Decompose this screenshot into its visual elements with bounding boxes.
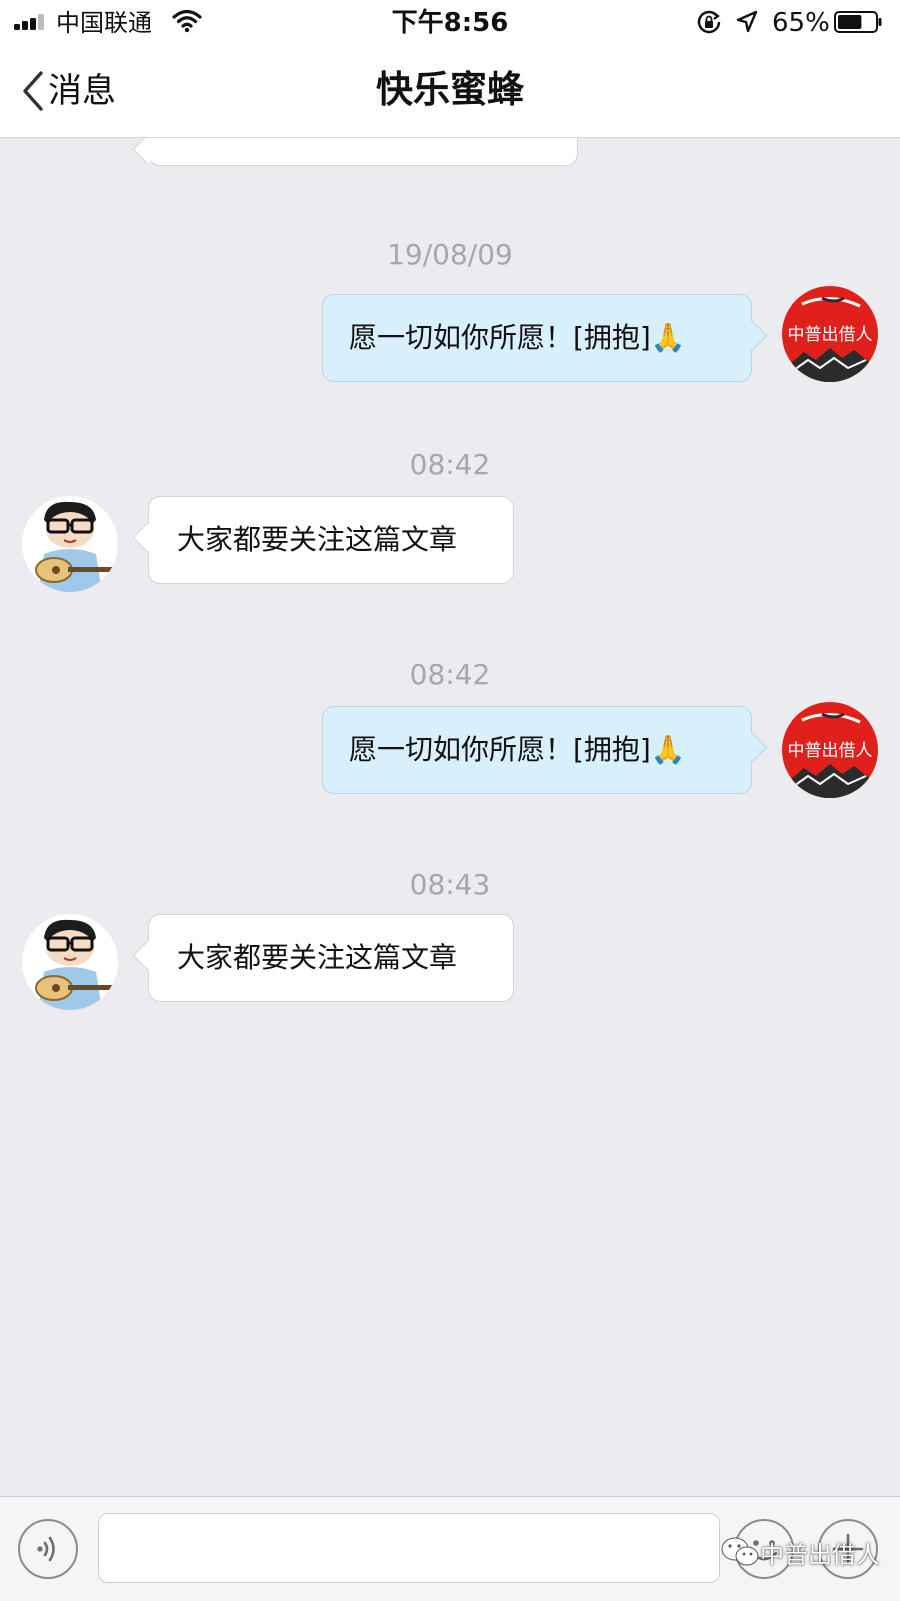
timestamp: 08:42 bbox=[409, 448, 491, 481]
timestamp: 08:43 bbox=[409, 868, 491, 901]
battery-icon bbox=[834, 11, 882, 33]
svg-text:中普出借人: 中普出借人 bbox=[788, 741, 873, 761]
org-logo-avatar[interactable]: 中普出借人 bbox=[782, 702, 878, 798]
status-time: 下午8:56 bbox=[391, 8, 509, 38]
message-text: 愿一切如你所愿！[拥抱]🙏 bbox=[349, 733, 686, 766]
wechat-icon bbox=[721, 1537, 759, 1566]
cartoon-guitar-image bbox=[22, 496, 118, 592]
org-logo-avatar[interactable]: 中普出借人 bbox=[782, 286, 878, 382]
message-bubble-incoming[interactable]: 大家都要关注这篇文章 bbox=[148, 496, 514, 584]
message-text: 大家都要关注这篇文章 bbox=[177, 941, 458, 974]
message-bubble-incoming[interactable] bbox=[148, 138, 578, 166]
voice-icon bbox=[37, 1536, 55, 1562]
message-bubble-incoming[interactable]: 大家都要关注这篇文章 bbox=[148, 914, 514, 1002]
message-text: 大家都要关注这篇文章 bbox=[177, 523, 458, 556]
org-logo-image: 中普出借人 bbox=[782, 702, 878, 798]
message-text: 愿一切如你所愿！[拥抱]🙏 bbox=[349, 321, 686, 354]
message-list[interactable]: 19/08/09 愿一切如你所愿！[拥抱]🙏 中普出借人 08:42 大家都要关… bbox=[0, 138, 900, 1498]
cartoon-guitar-avatar[interactable] bbox=[22, 496, 118, 592]
watermark-text: 中普出借人 bbox=[760, 1540, 880, 1569]
cartoon-guitar-avatar[interactable] bbox=[22, 914, 118, 1010]
message-bubble-outgoing[interactable]: 愿一切如你所愿！[拥抱]🙏 bbox=[322, 706, 752, 794]
chat-title: 快乐蜜蜂 bbox=[376, 68, 524, 111]
status-bar: 中国联通 下午8:56 65% bbox=[0, 0, 900, 44]
org-logo-image: 中普出借人 bbox=[782, 286, 878, 382]
timestamp: 19/08/09 bbox=[387, 238, 513, 271]
battery-percent: 65% bbox=[772, 8, 830, 38]
rotation-lock-icon bbox=[697, 10, 721, 34]
watermark: 中普出借人 bbox=[720, 1530, 880, 1574]
cartoon-guitar-image bbox=[22, 914, 118, 1010]
message-input[interactable] bbox=[98, 1513, 720, 1583]
voice-button[interactable] bbox=[18, 1519, 78, 1579]
svg-text:中普出借人: 中普出借人 bbox=[788, 325, 873, 345]
message-bubble-outgoing[interactable]: 愿一切如你所愿！[拥抱]🙏 bbox=[322, 294, 752, 382]
nav-bar: 消息 快乐蜜蜂 bbox=[0, 44, 900, 138]
timestamp: 08:42 bbox=[409, 658, 491, 691]
location-arrow-icon bbox=[736, 10, 758, 33]
